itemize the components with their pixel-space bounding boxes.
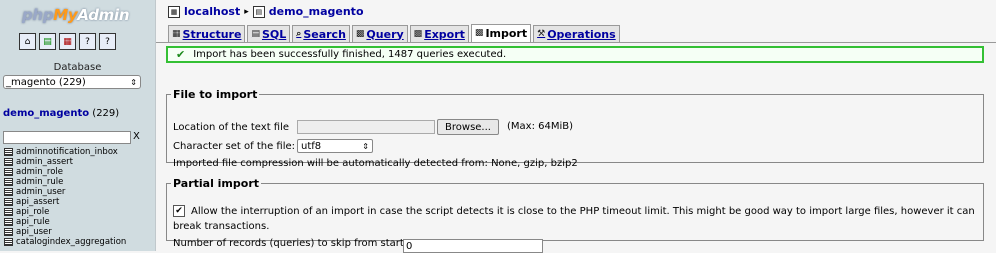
table-icon	[4, 228, 13, 236]
database-select[interactable]: _magento (229) ⇕	[3, 75, 141, 89]
navigation-frame: phpMyAdmin ⌂ ▤ ▦ ? ? Database _magento (…	[0, 0, 156, 251]
phpmyadmin-logo[interactable]: phpMyAdmin	[22, 6, 130, 24]
tab-export[interactable]: ▩ Export	[409, 25, 469, 42]
tab-search[interactable]: ⌕ Search	[292, 25, 350, 42]
query-icon[interactable]: ▦	[59, 33, 76, 50]
table-list-item[interactable]: admin_assert	[4, 157, 126, 167]
partial-import-legend: Partial import	[173, 177, 260, 190]
select-arrows-icon: ⇕	[362, 142, 369, 151]
table-list-item[interactable]: admin_rule	[4, 177, 126, 187]
table-icon	[4, 168, 13, 176]
charset-label: Character set of the file:	[173, 141, 296, 152]
structure-icon: ▦	[172, 28, 181, 39]
table-icon	[4, 148, 13, 156]
server-icon: ▦	[168, 5, 180, 18]
table-list-item[interactable]: catalogindex_aggregation	[4, 237, 126, 247]
breadcrumb-server[interactable]: localhost	[184, 5, 240, 18]
tab-operations[interactable]: ⚒ Operations	[533, 25, 620, 42]
table-list-item[interactable]: api_rule	[4, 217, 126, 227]
docs-icon[interactable]: ?	[79, 33, 96, 50]
table-list-item[interactable]: api_assert	[4, 197, 126, 207]
table-icon	[4, 218, 13, 226]
breadcrumb: ▦ localhost ▸ ▤ demo_magento	[168, 5, 364, 18]
tab-query[interactable]: ▩ Query	[351, 25, 408, 42]
main-frame: ▦ localhost ▸ ▤ demo_magento ▦ Structure …	[156, 0, 996, 253]
query-icon: ▩	[355, 28, 365, 39]
tab-sql[interactable]: ▤ SQL	[247, 25, 291, 42]
skip-label: Number of records (queries) to skip from…	[173, 238, 404, 249]
file-to-import-fieldset: File to import Location of the text file…	[166, 88, 984, 169]
allow-interrupt-checkbox[interactable]: ✔	[173, 205, 185, 217]
browse-button[interactable]: Browse...	[437, 119, 499, 135]
sql-window-icon[interactable]: ▤	[39, 33, 56, 50]
partial-import-fieldset: Partial import ✔ Allow the interruption o…	[166, 177, 984, 253]
breadcrumb-database[interactable]: demo_magento	[269, 5, 364, 18]
location-label: Location of the text file	[173, 122, 290, 133]
select-arrows-icon: ⇕	[130, 78, 137, 87]
import-icon: ▩	[474, 28, 484, 38]
table-list-item[interactable]: admin_role	[4, 167, 126, 177]
database-icon: ▤	[252, 5, 265, 18]
notice-message: Import has been successfully finished, 1…	[193, 49, 507, 60]
table-icon	[4, 198, 13, 206]
table-list-item[interactable]: admin_user	[4, 187, 126, 197]
allow-interrupt-label: Allow the interruption of an import in c…	[191, 206, 975, 217]
tab-structure[interactable]: ▦ Structure	[168, 25, 246, 42]
success-notice: ✔ Import has been successfully finished,…	[166, 46, 984, 63]
max-size-note: (Max: 64MiB)	[507, 121, 574, 132]
table-list-item[interactable]: adminnotification_inbox	[4, 147, 126, 157]
allow-interrupt-row: ✔ Allow the interruption of an import in …	[173, 205, 975, 217]
current-database[interactable]: demo_magento (229)	[3, 108, 119, 119]
file-path-input[interactable]	[297, 120, 435, 134]
table-filter-input[interactable]	[3, 131, 131, 144]
tab-divider	[156, 42, 996, 43]
table-list-item[interactable]: api_user	[4, 227, 126, 237]
clear-filter-button[interactable]: X	[133, 131, 140, 142]
table-icon	[4, 238, 13, 246]
operations-icon: ⚒	[537, 28, 546, 39]
file-to-import-legend: File to import	[173, 88, 258, 101]
compression-note: Imported file compression will be automa…	[173, 158, 578, 169]
search-icon: ⌕	[296, 28, 302, 39]
checkmark-icon: ✔	[176, 48, 186, 61]
table-list: adminnotification_inbox admin_assert adm…	[4, 147, 126, 247]
charset-select[interactable]: utf8 ⇕	[297, 139, 373, 153]
tab-bar: ▦ Structure ▤ SQL ⌕ Search ▩ Query ▩ Export ▩…	[168, 24, 620, 42]
table-icon	[4, 208, 13, 216]
allow-interrupt-label-cont: break transactions.	[173, 221, 270, 232]
nav-toolbar: ⌂ ▤ ▦ ? ?	[19, 33, 116, 50]
home-icon[interactable]: ⌂	[19, 33, 36, 50]
sql-icon: ▤	[251, 28, 260, 39]
table-list-item[interactable]: api_role	[4, 207, 126, 217]
breadcrumb-separator-icon: ▸	[244, 6, 249, 17]
tab-import[interactable]: ▩ Import	[470, 24, 532, 42]
table-icon	[4, 158, 13, 166]
export-icon: ▩	[413, 28, 423, 39]
changelog-icon[interactable]: ?	[99, 33, 116, 50]
table-icon	[4, 178, 13, 186]
table-icon	[4, 188, 13, 196]
database-label: Database	[53, 62, 102, 73]
